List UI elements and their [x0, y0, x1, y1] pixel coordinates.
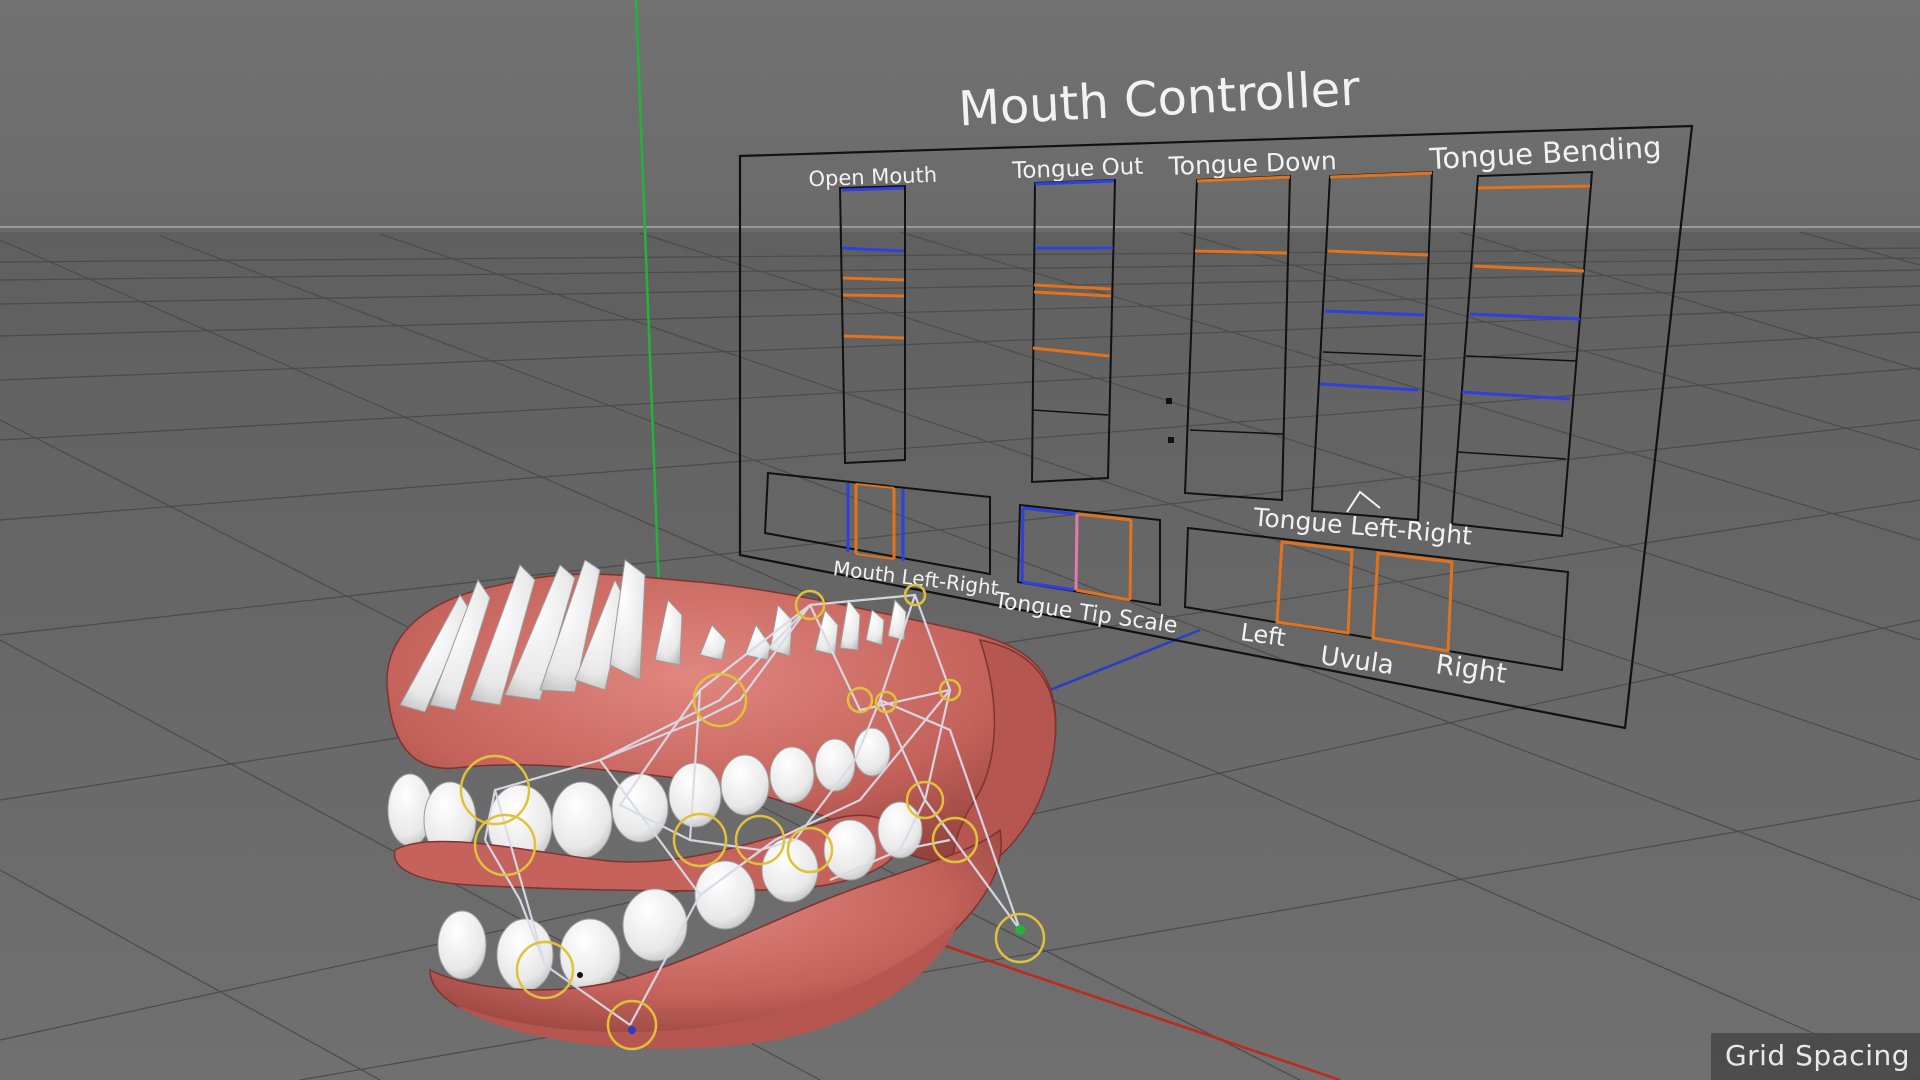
slider-handle-orange[interactable]	[1128, 519, 1133, 601]
slider-handle-orange[interactable]	[842, 276, 905, 282]
pivot-marker	[1168, 437, 1174, 443]
slider-handle-orange[interactable]	[1477, 184, 1591, 190]
label-tongue-out: Tongue Out	[1011, 154, 1144, 185]
3d-viewport[interactable]: Mouth Controller Open Mouth Tongue Out T…	[0, 0, 1920, 1080]
slider-handle-orange[interactable]	[842, 293, 905, 298]
pivot-marker	[1166, 398, 1172, 404]
slider-handle-blue[interactable]	[841, 186, 905, 192]
grid-spacing-hud: Grid Spacing	[1710, 1033, 1920, 1080]
slider-handle-orange[interactable]	[843, 334, 905, 340]
label-tongue-down: Tongue Down	[1167, 146, 1337, 181]
slider-handle-pink[interactable]	[1074, 513, 1079, 591]
slider-handle-blue[interactable]	[1020, 507, 1025, 583]
slider-handle-orange[interactable]	[1194, 249, 1288, 255]
